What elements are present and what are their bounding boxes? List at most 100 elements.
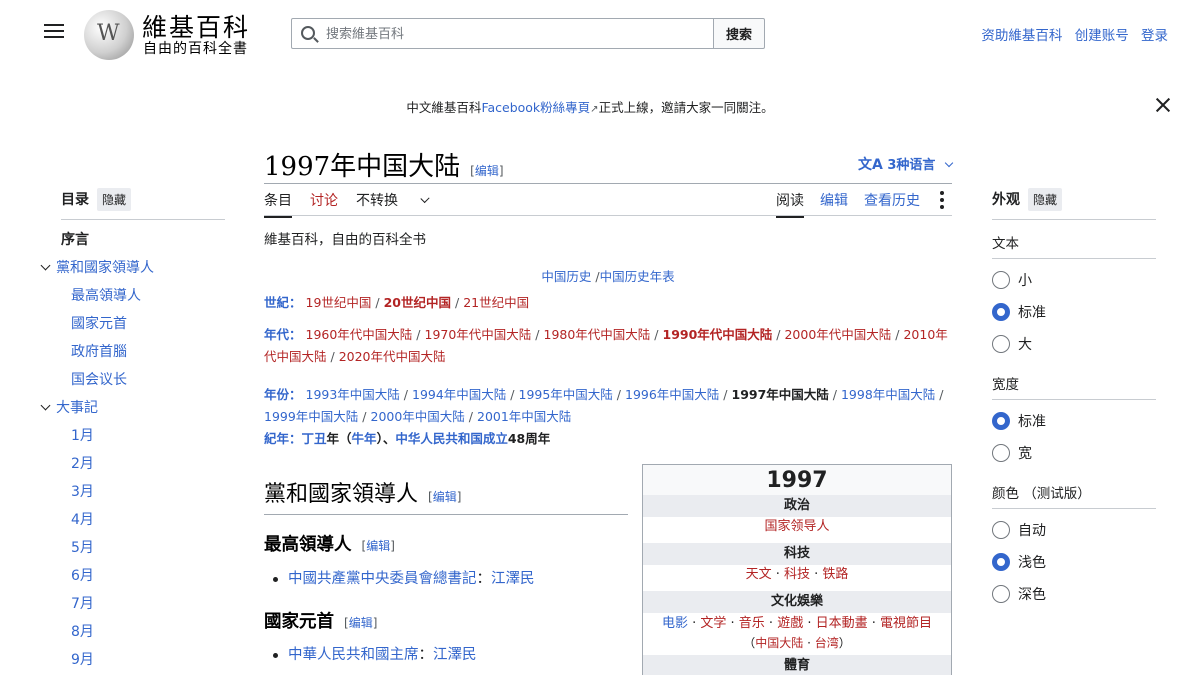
- year-link[interactable]: 1999年中国大陆: [264, 409, 358, 424]
- toc-item-label[interactable]: 1月: [71, 428, 94, 444]
- century-link[interactable]: 20世纪中国: [384, 295, 451, 310]
- toc-section-events[interactable]: 大事記: [40, 394, 225, 422]
- year-link[interactable]: 1994年中国大陆: [412, 387, 506, 402]
- width-option-standard[interactable]: 标准: [992, 406, 1156, 438]
- radio-button-selected[interactable]: [992, 553, 1010, 571]
- infobox-link[interactable]: 国家领导人: [764, 519, 829, 534]
- infobox-link[interactable]: 电影: [662, 616, 688, 631]
- edit-link[interactable]: 编辑: [349, 616, 373, 630]
- history-link[interactable]: 中国历史年表: [600, 269, 675, 284]
- toc-item[interactable]: 政府首腦: [61, 338, 225, 366]
- infobox-link[interactable]: 天文: [746, 567, 772, 582]
- zodiac-link[interactable]: 牛年: [352, 431, 377, 446]
- toc-item[interactable]: 7月: [61, 590, 225, 618]
- search-button[interactable]: 搜索: [713, 18, 765, 49]
- year-link[interactable]: 1995年中国大陆: [519, 387, 613, 402]
- toc-section-label[interactable]: 黨和國家領導人: [56, 260, 154, 276]
- toc-item-label[interactable]: 7月: [71, 596, 94, 612]
- notice-facebook-link[interactable]: Facebook粉絲專頁: [481, 100, 590, 115]
- position-link[interactable]: 中華人民共和國主席: [288, 647, 419, 663]
- chevron-down-icon[interactable]: [420, 193, 430, 204]
- toc-item[interactable]: 1月: [61, 422, 225, 450]
- toc-item[interactable]: 最高領導人: [61, 282, 225, 310]
- color-option-auto[interactable]: 自动: [992, 515, 1156, 547]
- tab-talk[interactable]: 讨论: [310, 190, 338, 216]
- radio-button[interactable]: [992, 271, 1010, 289]
- chevron-down-icon[interactable]: [40, 260, 51, 271]
- chevron-down-icon[interactable]: [40, 400, 51, 411]
- infobox-link[interactable]: 日本動畫: [816, 616, 868, 631]
- edit-link[interactable]: 编辑: [433, 490, 457, 504]
- infobox-link[interactable]: 電視節目: [880, 616, 932, 631]
- toc-item[interactable]: 9月: [61, 646, 225, 674]
- toc-item[interactable]: 5月: [61, 534, 225, 562]
- variant-label[interactable]: 不转换: [356, 190, 398, 216]
- more-options-icon[interactable]: [940, 191, 946, 211]
- person-link[interactable]: 江澤民: [491, 571, 535, 587]
- main-menu-icon[interactable]: [44, 24, 64, 42]
- toc-item-label[interactable]: 政府首腦: [71, 344, 127, 360]
- toc-item[interactable]: 2月: [61, 450, 225, 478]
- search-input[interactable]: [326, 24, 696, 44]
- radio-button[interactable]: [992, 521, 1010, 539]
- ganzhi-link[interactable]: 丁丑: [302, 431, 327, 446]
- toc-item-label[interactable]: 8月: [71, 624, 94, 640]
- infobox-link[interactable]: 台湾: [815, 636, 839, 650]
- color-option-light[interactable]: 浅色: [992, 547, 1156, 579]
- toc-item-intro[interactable]: 序言: [61, 226, 225, 254]
- close-icon[interactable]: [1153, 95, 1173, 115]
- infobox-link[interactable]: 遊戲: [777, 616, 803, 631]
- language-button[interactable]: 文A 3种语言: [858, 154, 954, 174]
- decade-link[interactable]: 1970年代中国大陆: [425, 327, 532, 342]
- history-link[interactable]: 中国历史: [541, 269, 591, 284]
- toc-item-label[interactable]: 國家元首: [71, 316, 127, 332]
- radio-button[interactable]: [992, 335, 1010, 353]
- edit-link[interactable]: 编辑: [475, 164, 499, 178]
- toc-item-label[interactable]: 3月: [71, 484, 94, 500]
- toc-item-label[interactable]: 最高領導人: [71, 288, 141, 304]
- infobox-link[interactable]: 文学: [700, 616, 726, 631]
- text-size-option-large[interactable]: 大: [992, 329, 1156, 361]
- toc-item-label[interactable]: 国会议长: [71, 372, 127, 388]
- year-link[interactable]: 2001年中国大陆: [477, 409, 571, 424]
- radio-button-selected[interactable]: [992, 303, 1010, 321]
- appearance-hide-button[interactable]: 隐藏: [1028, 188, 1063, 211]
- toc-item[interactable]: 國家元首: [61, 310, 225, 338]
- infobox-link[interactable]: 音乐: [739, 616, 765, 631]
- year-link[interactable]: 2000年中国大陆: [371, 409, 465, 424]
- donate-link[interactable]: 资助維基百科: [981, 28, 1062, 44]
- decade-link[interactable]: 1960年代中国大陆: [306, 327, 413, 342]
- toc-item[interactable]: 4月: [61, 506, 225, 534]
- infobox-link[interactable]: 科技: [784, 567, 810, 582]
- toc-item-label[interactable]: 2月: [71, 456, 94, 472]
- text-size-option-small[interactable]: 小: [992, 265, 1156, 297]
- search-box[interactable]: [291, 18, 714, 49]
- radio-button[interactable]: [992, 444, 1010, 462]
- decade-link[interactable]: 1990年代中国大陆: [663, 327, 773, 342]
- toc-item[interactable]: 8月: [61, 618, 225, 646]
- toc-section-label[interactable]: 大事記: [56, 400, 98, 416]
- toc-item[interactable]: 国会议长: [61, 366, 225, 394]
- edit-link[interactable]: 编辑: [366, 539, 390, 553]
- decade-link[interactable]: 2020年代中国大陆: [339, 349, 446, 364]
- wikipedia-logo-icon[interactable]: [84, 10, 134, 60]
- login-link[interactable]: 登录: [1141, 28, 1168, 44]
- toc-section-leaders[interactable]: 黨和國家領導人: [40, 254, 225, 282]
- tab-article[interactable]: 条目: [264, 190, 292, 218]
- toc-item[interactable]: 6月: [61, 562, 225, 590]
- variant-dropdown[interactable]: 不转换: [356, 190, 446, 222]
- prc-founding-link[interactable]: 中华人民共和国成立: [395, 431, 508, 446]
- year-link[interactable]: 1996年中国大陆: [625, 387, 719, 402]
- language-count[interactable]: 3种语言: [887, 158, 935, 173]
- toc-item-label[interactable]: 9月: [71, 652, 94, 668]
- tab-edit[interactable]: 编辑: [820, 190, 848, 216]
- infobox-link[interactable]: 铁路: [822, 567, 848, 582]
- toc-item-label[interactable]: 6月: [71, 568, 94, 584]
- create-account-link[interactable]: 创建账号: [1075, 28, 1129, 44]
- infobox-link[interactable]: 中国大陆: [755, 636, 803, 650]
- decade-link[interactable]: 1980年代中国大陆: [544, 327, 651, 342]
- width-option-wide[interactable]: 宽: [992, 438, 1156, 470]
- tab-history[interactable]: 查看历史: [864, 190, 920, 216]
- toc-item-label[interactable]: 4月: [71, 512, 94, 528]
- toc-item[interactable]: 3月: [61, 478, 225, 506]
